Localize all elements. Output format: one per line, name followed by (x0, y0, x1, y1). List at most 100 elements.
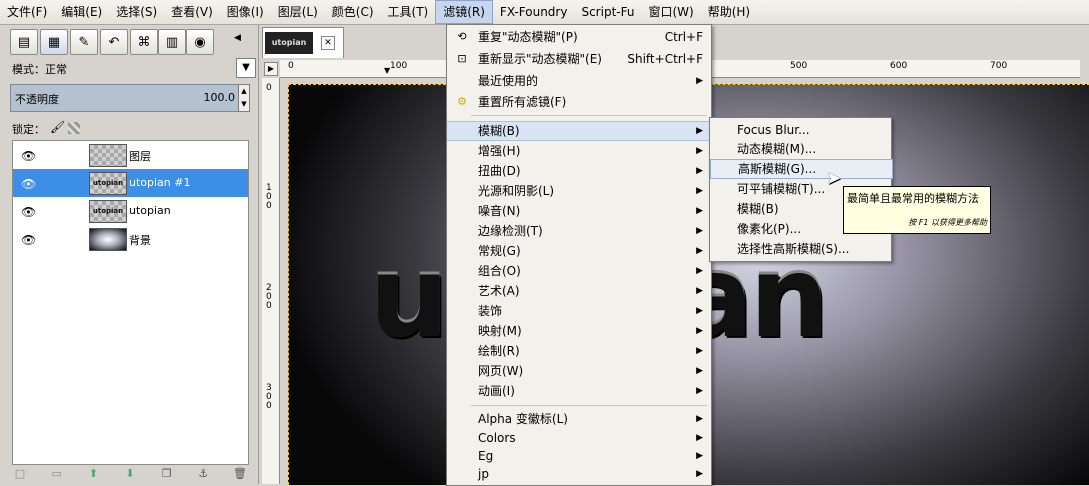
menu-fx-foundry[interactable]: FX-Foundry (493, 0, 575, 24)
new-group-icon[interactable]: ▭ (49, 466, 65, 482)
mode-dropdown-icon[interactable]: ▼ (236, 58, 256, 78)
layers-tab-icon[interactable]: ▤ (10, 29, 38, 55)
menu-item-motion-blur[interactable]: 动态模糊(M)... (710, 139, 891, 159)
layer-row[interactable]: 👁 背景 (13, 225, 248, 253)
raise-layer-icon[interactable]: ⬆ (85, 466, 101, 482)
undo-history-tab-icon[interactable]: ↶ (100, 29, 128, 55)
menu-select[interactable]: 选择(S) (109, 0, 164, 24)
menu-item-recent[interactable]: 最近使用的 ▶ (447, 71, 711, 91)
eye-icon[interactable]: 👁 (21, 177, 36, 191)
eye-icon[interactable]: 👁 (21, 205, 36, 219)
duplicate-layer-icon[interactable]: ❐ (159, 466, 175, 482)
layer-row[interactable]: 👁 图层 (13, 141, 248, 169)
menu-layer[interactable]: 图层(L) (271, 0, 325, 24)
menu-item-label: 装饰 (478, 304, 503, 318)
image-tab[interactable]: utopian ✕ (262, 27, 344, 58)
menu-windows[interactable]: 窗口(W) (641, 0, 700, 24)
menu-item-reshow-filter[interactable]: ⊡ 重新显示"动态模糊"(E) Shift+Ctrl+F (447, 49, 711, 69)
lower-layer-icon[interactable]: ⬇ (122, 466, 138, 482)
menu-item-gaussian-blur[interactable]: 高斯模糊(G)... (710, 159, 893, 179)
menu-item-repeat-filter[interactable]: ⟲ 重复"动态模糊"(P) Ctrl+F (447, 27, 711, 47)
layer-row[interactable]: 👁 utopian utopian (13, 197, 248, 225)
layer-row-selected[interactable]: 👁 utopian utopian #1 (13, 169, 248, 197)
layer-name: utopian #1 (129, 176, 191, 189)
submenu-arrow-icon: ▶ (696, 226, 703, 236)
anchor-layer-icon[interactable]: ⚓ (195, 466, 211, 482)
histogram-tab-icon[interactable]: ▥ (158, 29, 186, 55)
menu-item-label: 模糊(B) (737, 202, 779, 216)
navigation-tab-icon[interactable]: ◉ (186, 29, 214, 55)
opacity-slider[interactable]: 不透明度 100.0 (10, 84, 240, 112)
menu-script-fu[interactable]: Script-Fu (574, 0, 641, 24)
menu-item-animation[interactable]: 动画(I) ▶ (447, 381, 711, 401)
menu-item-label: 网页(W) (478, 364, 524, 378)
tooltip-text: 最简单且最常用的模糊方法 (847, 192, 979, 205)
menu-view[interactable]: 查看(V) (164, 0, 220, 24)
layers-list: 👁 图层 👁 utopian utopian #1 👁 utopian utop… (12, 140, 249, 465)
brushes-tab-icon[interactable]: ⌘ (130, 29, 158, 55)
menu-item-artistic[interactable]: 艺术(A) ▶ (447, 281, 711, 301)
submenu-arrow-icon: ▶ (696, 366, 703, 376)
ruler-tick: 3 0 0 (266, 383, 272, 411)
close-icon[interactable]: ✕ (321, 36, 335, 50)
opacity-spinner[interactable]: ▲ ▼ (238, 84, 250, 112)
quick-mask-icon[interactable]: ▶ (264, 62, 278, 76)
menu-item-label: 常规(G) (478, 244, 521, 258)
menu-file[interactable]: 文件(F) (0, 0, 54, 24)
submenu-arrow-icon: ▶ (696, 346, 703, 356)
lock-alpha-icon[interactable] (68, 122, 80, 134)
menu-separator (471, 405, 707, 406)
menu-item-label: 像素化(P)... (737, 222, 802, 236)
paths-tab-icon[interactable]: ✎ (70, 29, 98, 55)
ruler-tick: 700 (990, 61, 1008, 71)
menu-tools[interactable]: 工具(T) (381, 0, 436, 24)
menu-item-combine[interactable]: 组合(O) ▶ (447, 261, 711, 281)
menu-item-selective-gaussian-blur[interactable]: 选择性高斯模糊(S)... (710, 239, 891, 259)
menu-item-colors[interactable]: Colors ▶ (447, 428, 711, 448)
ruler-tick: 2 0 0 (266, 283, 272, 311)
layer-thumbnail: utopian (89, 200, 127, 223)
menu-item-alpha-to-logo[interactable]: Alpha 变徽标(L) ▶ (447, 409, 711, 429)
menu-item-web[interactable]: 网页(W) ▶ (447, 361, 711, 381)
ruler-tick: 0 (288, 61, 294, 71)
menu-item-light-shadow[interactable]: 光源和阴影(L) ▶ (447, 181, 711, 201)
new-layer-icon[interactable]: □ (12, 466, 28, 482)
menu-help[interactable]: 帮助(H) (701, 0, 757, 24)
submenu-arrow-icon: ▶ (696, 386, 703, 396)
menu-image[interactable]: 图像(I) (220, 0, 271, 24)
dock-menu-icon[interactable]: ◀ (234, 33, 241, 43)
menu-item-reset-filters[interactable]: ⚙ 重置所有滤镜(F) (447, 92, 711, 112)
menu-item-label: 重置所有滤镜(F) (478, 95, 567, 109)
menu-item-enhance[interactable]: 增强(H) ▶ (447, 141, 711, 161)
eye-icon[interactable]: 👁 (21, 233, 36, 247)
layer-actions: □ ▭ ⬆ ⬇ ❐ ⚓ 🗑 (12, 466, 248, 484)
menu-colors[interactable]: 颜色(C) (325, 0, 381, 24)
menu-item-jp[interactable]: jp ▶ (447, 464, 711, 484)
ruler-tick: 1 0 0 (266, 183, 272, 211)
channels-tab-icon[interactable]: ▦ (40, 29, 68, 55)
delete-layer-icon[interactable]: 🗑 (232, 466, 248, 482)
layer-name: 图层 (129, 150, 151, 163)
eye-icon[interactable]: 👁 (21, 149, 36, 163)
menu-item-render[interactable]: 绘制(R) ▶ (447, 341, 711, 361)
menu-item-label: 组合(O) (478, 264, 521, 278)
reset-icon: ⚙ (457, 95, 467, 108)
menu-edit[interactable]: 编辑(E) (54, 0, 109, 24)
menu-item-focus-blur[interactable]: Focus Blur... (710, 120, 891, 140)
menu-item-decor[interactable]: 装饰 ▶ (447, 301, 711, 321)
menu-item-generic[interactable]: 常规(G) ▶ (447, 241, 711, 261)
menu-item-edge-detect[interactable]: 边缘检测(T) ▶ (447, 221, 711, 241)
menu-item-map[interactable]: 映射(M) ▶ (447, 321, 711, 341)
layer-thumbnail (89, 228, 127, 251)
menu-item-eg[interactable]: Eg ▶ (447, 446, 711, 466)
submenu-arrow-icon: ▶ (696, 206, 703, 216)
menu-item-noise[interactable]: 噪音(N) ▶ (447, 201, 711, 221)
menu-filters[interactable]: 滤镜(R) (435, 0, 493, 24)
submenu-arrow-icon: ▶ (696, 414, 703, 424)
vertical-ruler[interactable]: 0 1 0 0 2 0 0 3 0 0 (262, 78, 280, 484)
menu-item-label: 噪音(N) (478, 204, 521, 218)
opacity-value: 100.0 (203, 91, 236, 104)
menu-item-distorts[interactable]: 扭曲(D) ▶ (447, 161, 711, 181)
lock-pixels-brush-icon[interactable]: 🖌 (50, 120, 65, 134)
menu-item-blur[interactable]: 模糊(B) ▶ (447, 121, 711, 141)
